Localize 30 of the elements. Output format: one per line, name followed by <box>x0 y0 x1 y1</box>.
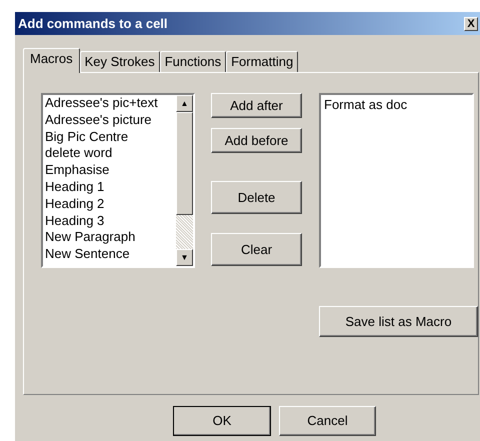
clear-button[interactable]: Clear <box>211 233 302 266</box>
list-item[interactable]: Heading 2 <box>45 196 176 213</box>
tab[interactable]: Macros <box>23 48 80 73</box>
list-item[interactable]: New Paragraph <box>45 229 176 246</box>
close-button[interactable]: X <box>464 16 478 30</box>
add-before-button[interactable]: Add before <box>211 128 302 153</box>
save-list-button[interactable]: Save list as Macro <box>319 306 478 337</box>
command-list[interactable]: Format as doc <box>319 93 474 268</box>
list-item[interactable]: New Sentence <box>45 246 176 263</box>
scrollbar[interactable]: ▲ ▼ <box>176 95 193 266</box>
scroll-up-button[interactable]: ▲ <box>176 95 193 112</box>
window-title: Add commands to a cell <box>18 14 168 33</box>
list-item[interactable]: Adressee's picture <box>45 112 176 129</box>
delete-button[interactable]: Delete <box>211 181 302 214</box>
scroll-down-button[interactable]: ▼ <box>176 249 193 266</box>
list-item[interactable]: delete word <box>45 145 176 162</box>
ok-button[interactable]: OK <box>173 406 271 436</box>
tab[interactable]: Formatting <box>226 51 298 72</box>
list-item[interactable]: Heading 3 <box>45 212 176 230</box>
list-item[interactable]: Emphasise <box>45 162 176 179</box>
cancel-button[interactable]: Cancel <box>279 406 376 436</box>
tab[interactable]: Functions <box>160 51 226 72</box>
list-item[interactable]: Big Pic Centre <box>45 128 176 146</box>
list-item[interactable]: Heading 1 <box>45 178 176 196</box>
list-item[interactable]: Format as doc <box>324 97 469 114</box>
tab[interactable]: Key Strokes <box>80 51 160 72</box>
scroll-thumb[interactable] <box>176 112 193 215</box>
add-after-button[interactable]: Add after <box>211 93 302 118</box>
macro-list[interactable]: Adressee's pic+text Adressee's picture Big Pic Centre delete word Emphasise Heading 1 Heading 2 Heading 3 New Paragraph New Sentence ▲ ▼ <box>41 93 195 268</box>
list-item[interactable]: Adressee's pic+text <box>45 95 176 112</box>
